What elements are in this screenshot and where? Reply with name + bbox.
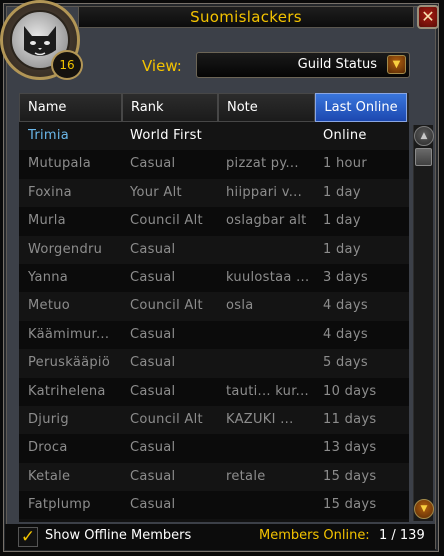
member-last-online: 11 days	[323, 411, 377, 427]
member-name: Käämimur...	[28, 326, 110, 342]
scrollbar-track[interactable]	[413, 125, 433, 521]
member-name: Fatplump	[28, 497, 91, 513]
roster-row[interactable]: Djurig Council Alt KAZUKI ... 11 days	[19, 405, 409, 435]
member-rank: Casual	[130, 241, 176, 257]
column-header-last-online[interactable]: Last Online	[315, 93, 407, 122]
member-name: Murla	[28, 213, 66, 229]
member-rank: Council Alt	[130, 298, 203, 314]
show-offline-checkbox[interactable]: ✓	[18, 527, 38, 547]
roster-row[interactable]: Ketale Casual retale 15 days	[19, 462, 409, 492]
roster-row[interactable]: Trimia World First Online	[19, 122, 409, 151]
member-rank: Casual	[130, 440, 176, 456]
roster-row[interactable]: Peruskääpiö Casual 5 days	[19, 349, 409, 378]
member-name: Mutupala	[28, 156, 91, 172]
member-name: Yanna	[28, 269, 69, 285]
roster-row[interactable]: Mutupala Casual pizzat py... 1 hour	[19, 150, 409, 179]
member-rank: Casual	[130, 269, 176, 285]
member-name: Peruskääpiö	[28, 355, 111, 371]
member-last-online: 1 hour	[323, 156, 367, 172]
roster-row[interactable]: Foxina Your Alt hiippari v... 1 day	[19, 178, 409, 208]
member-last-online: 1 day	[323, 213, 361, 229]
member-last-online: 1 day	[323, 241, 361, 257]
member-last-online: 4 days	[323, 326, 368, 342]
close-button[interactable]: ✕	[417, 5, 439, 29]
member-rank: World First	[130, 128, 203, 143]
member-note: tauti... kur...	[226, 383, 309, 399]
scroll-down-button[interactable]: ▼	[414, 499, 434, 519]
roster-row[interactable]: Worgendru Casual 1 day	[19, 235, 409, 264]
member-last-online: 3 days	[323, 269, 368, 285]
roster-row[interactable]: Murla Council Alt oslagbar alt 1 day	[19, 207, 409, 236]
roster-header: Name Rank Note Last Online	[19, 93, 409, 122]
member-note: hiippari v...	[226, 184, 303, 200]
member-note: retale	[226, 468, 266, 484]
member-rank: Council Alt	[130, 213, 203, 229]
show-offline-label: Show Offline Members	[45, 528, 192, 543]
column-header-name[interactable]: Name	[19, 93, 122, 122]
member-rank: Casual	[130, 355, 176, 371]
guild-roster-list: Name Rank Note Last Online Trimia World F…	[19, 93, 409, 522]
member-note: oslagbar alt	[226, 213, 307, 229]
view-label: View:	[142, 57, 182, 75]
view-dropdown-value: Guild Status	[297, 57, 377, 72]
member-last-online: Online	[323, 128, 367, 143]
member-name: Worgendru	[28, 241, 103, 257]
member-name: Metuo	[28, 298, 71, 314]
member-note: kuulostaa ...	[226, 269, 310, 285]
roster-row[interactable]: Metuo Council Alt osla 4 days	[19, 292, 409, 321]
member-last-online: 10 days	[323, 383, 377, 399]
view-dropdown[interactable]: Guild Status ▼	[196, 52, 410, 78]
roster-row[interactable]: Käämimur... Casual 4 days	[19, 320, 409, 350]
member-note: KAZUKI ...	[226, 411, 294, 427]
member-rank: Casual	[130, 497, 176, 513]
member-rank: Your Alt	[130, 184, 182, 200]
column-header-rank[interactable]: Rank	[122, 93, 218, 122]
member-rank: Council Alt	[130, 411, 203, 427]
roster-row[interactable]: Katrihelena Casual tauti... kur... 10 days	[19, 377, 409, 406]
member-rank: Casual	[130, 468, 176, 484]
roster-rows: Trimia World First Online Mutupala Casual piz…	[19, 122, 409, 520]
roster-row[interactable]: Fatplump Casual 15 days	[19, 491, 409, 520]
roster-row[interactable]: Yanna Casual kuulostaa ... 3 days	[19, 263, 409, 293]
window-title: Suomislackers	[78, 6, 414, 28]
member-note: pizzat py...	[226, 156, 299, 172]
scrollbar-thumb[interactable]	[415, 148, 432, 166]
member-last-online: 15 days	[323, 468, 377, 484]
member-name: Trimia	[28, 128, 70, 143]
dropdown-arrow-icon[interactable]: ▼	[387, 55, 406, 74]
member-rank: Casual	[130, 383, 176, 399]
column-header-note[interactable]: Note	[218, 93, 315, 122]
roster-row[interactable]: Droca Casual 13 days	[19, 434, 409, 463]
member-name: Djurig	[28, 411, 69, 427]
member-name: Katrihelena	[28, 383, 106, 399]
scroll-up-button[interactable]: ▲	[414, 126, 434, 146]
members-online-count: 1 / 139	[379, 528, 425, 543]
roster-footer: ✓ Show Offline Members Members Online: 1…	[5, 524, 435, 550]
member-rank: Casual	[130, 326, 176, 342]
member-name: Droca	[28, 440, 68, 456]
member-name: Foxina	[28, 184, 72, 200]
member-last-online: 1 day	[323, 184, 361, 200]
member-last-online: 13 days	[323, 440, 377, 456]
level-badge: 16	[51, 50, 83, 80]
members-online-label: Members Online:	[259, 528, 370, 543]
member-note: osla	[226, 298, 254, 314]
member-last-online: 4 days	[323, 298, 368, 314]
member-name: Ketale	[28, 468, 71, 484]
member-last-online: 15 days	[323, 497, 377, 513]
member-rank: Casual	[130, 156, 176, 172]
member-last-online: 5 days	[323, 355, 368, 371]
